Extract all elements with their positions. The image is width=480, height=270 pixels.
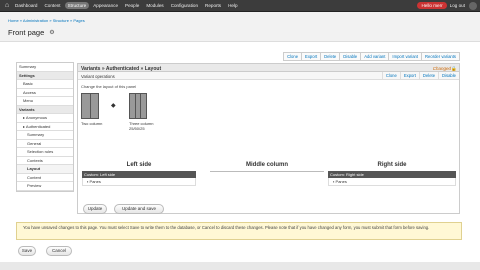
region-pane-bar[interactable]: Custom: Left side	[82, 171, 196, 178]
save-button[interactable]: Save	[18, 246, 36, 256]
page-action-link[interactable]: Import variant	[388, 53, 421, 60]
shortcuts-toggle-icon[interactable]	[469, 1, 477, 10]
toolbar-structure[interactable]: Structure	[64, 2, 90, 9]
toolbar-appearance[interactable]: Appearance	[90, 2, 121, 9]
sidebar-item[interactable]: Variants	[17, 105, 73, 114]
sidebar-item[interactable]: Preview	[17, 182, 73, 191]
sidebar-item[interactable]: Summary	[17, 131, 73, 140]
admin-toolbar: ⌂ Dashboard Content Structure Appearance…	[0, 0, 480, 12]
toolbar-modules[interactable]: Modules	[143, 2, 166, 9]
sidebar-item[interactable]: Settings	[17, 71, 73, 80]
toolbar-dashboard[interactable]: Dashboard	[12, 2, 40, 9]
layout-caption: Three column 25/50/25	[129, 121, 154, 131]
region-title: Middle column	[246, 162, 288, 168]
page-header: Home » Administration » Structure » Page…	[0, 12, 480, 42]
variant-panel: Clone Export Delete Disable Add variant Impor…	[77, 52, 460, 214]
home-icon[interactable]: ⌂	[2, 1, 12, 11]
cancel-button[interactable]: Cancel	[46, 246, 72, 256]
variant-title: Variants » Authenticated » Layout	[81, 65, 162, 72]
variant-operation-link[interactable]: Delete	[418, 72, 438, 80]
variant-operation-link[interactable]: Export	[399, 72, 419, 80]
toolbar-people[interactable]: People	[122, 2, 142, 9]
update-and-save-button[interactable]: Update and save	[114, 204, 164, 214]
variant-operations-label: Variant operations	[81, 73, 115, 79]
sidebar-item[interactable]: Access	[17, 89, 73, 97]
variant-operation-link[interactable]: Disable	[438, 72, 459, 80]
variant-operations-row: Variant operations Clone Export Delete Disa…	[78, 72, 459, 80]
page-footer-strip	[0, 262, 480, 270]
sidebar-item[interactable]: Contexts	[17, 157, 73, 165]
sidebar-item[interactable]: Layout	[17, 165, 73, 174]
gear-icon[interactable]: ⚙	[49, 29, 54, 36]
sidebar-item[interactable]: Basic	[17, 80, 73, 89]
toolbar-content[interactable]: Content	[41, 2, 63, 9]
region-right-side: Right side Custom: Right side ▪ Panes	[328, 162, 456, 190]
lock-icon: 🔒	[451, 65, 457, 71]
two-column-thumbnail[interactable]	[81, 93, 99, 119]
variant-operation-link[interactable]: Clone	[381, 72, 400, 80]
sidebar-item[interactable]: Content	[17, 174, 73, 182]
three-column-thumbnail[interactable]	[129, 93, 147, 119]
page-action-link[interactable]: Export	[301, 53, 320, 60]
region-left-side: Left side Custom: Left side ▪ Panes	[82, 162, 196, 190]
panes-label: Panes	[335, 179, 347, 184]
region-panes-item[interactable]: ▪ Panes	[328, 178, 456, 186]
changed-indicator: Changed	[432, 65, 451, 71]
variant-header: Variants » Authenticated » Layout Change…	[77, 63, 460, 72]
region-divider	[210, 171, 324, 172]
sidebar-item[interactable]: Selection rules	[17, 148, 73, 157]
variant-content: Variant operations Clone Export Delete Disa…	[77, 72, 460, 214]
layout-option-three-column[interactable]: Three column 25/50/25	[129, 93, 163, 131]
sidebar-item[interactable]: Menu	[17, 97, 73, 106]
sidebar-item[interactable]: General	[17, 140, 73, 148]
layout-option-two-column[interactable]: Two column	[81, 93, 102, 126]
page-action-link[interactable]: Disable	[339, 53, 360, 60]
sidebar-item[interactable]: Summary	[17, 63, 73, 72]
page-action-link[interactable]: Reorder variants	[421, 53, 459, 60]
page-action-link[interactable]: Add variant	[360, 53, 388, 60]
region-panes-item[interactable]: ▪ Panes	[82, 178, 196, 186]
breadcrumb[interactable]: Home » Administration » Structure » Page…	[8, 18, 85, 23]
arrow-right-icon: ◆	[111, 103, 116, 109]
region-pane-bar[interactable]: Custom: Right side	[328, 171, 456, 178]
layout-change-note: Change the layout of this panel	[81, 84, 137, 89]
user-account-link[interactable]: Hello merr	[417, 2, 447, 9]
panes-label: Panes	[89, 179, 101, 184]
sidebar-item[interactable]: ▸ Authenticated	[17, 123, 73, 131]
region-title: Left side	[126, 162, 152, 168]
region-middle-column: Middle column	[210, 162, 324, 190]
unsaved-changes-notice: You have unsaved changes to this page. Y…	[16, 222, 462, 240]
update-button[interactable]: Update	[83, 204, 107, 214]
sidebar-item[interactable]: ▸ Anonymous	[17, 114, 73, 123]
variant-operations-actions: Clone Export Delete Disable	[381, 72, 459, 80]
page-manager-sidebar: Summary Settings Basic Access Menu Variants ▸ …	[16, 62, 74, 192]
logout-link[interactable]: Log out	[450, 3, 465, 8]
page-title: Front page ⚙	[8, 28, 55, 37]
region-title: Right side	[377, 162, 407, 168]
page-title-text: Front page	[8, 28, 45, 37]
toolbar-reports[interactable]: Reports	[202, 2, 224, 9]
page-action-link[interactable]: Clone	[284, 53, 301, 60]
layout-caption: Two column	[81, 121, 103, 126]
toolbar-help[interactable]: Help	[225, 2, 240, 9]
toolbar-configuration[interactable]: Configuration	[168, 2, 201, 9]
page-actions: Clone Export Delete Disable Add variant Impor…	[283, 52, 460, 61]
page-action-link[interactable]: Delete	[320, 53, 339, 60]
